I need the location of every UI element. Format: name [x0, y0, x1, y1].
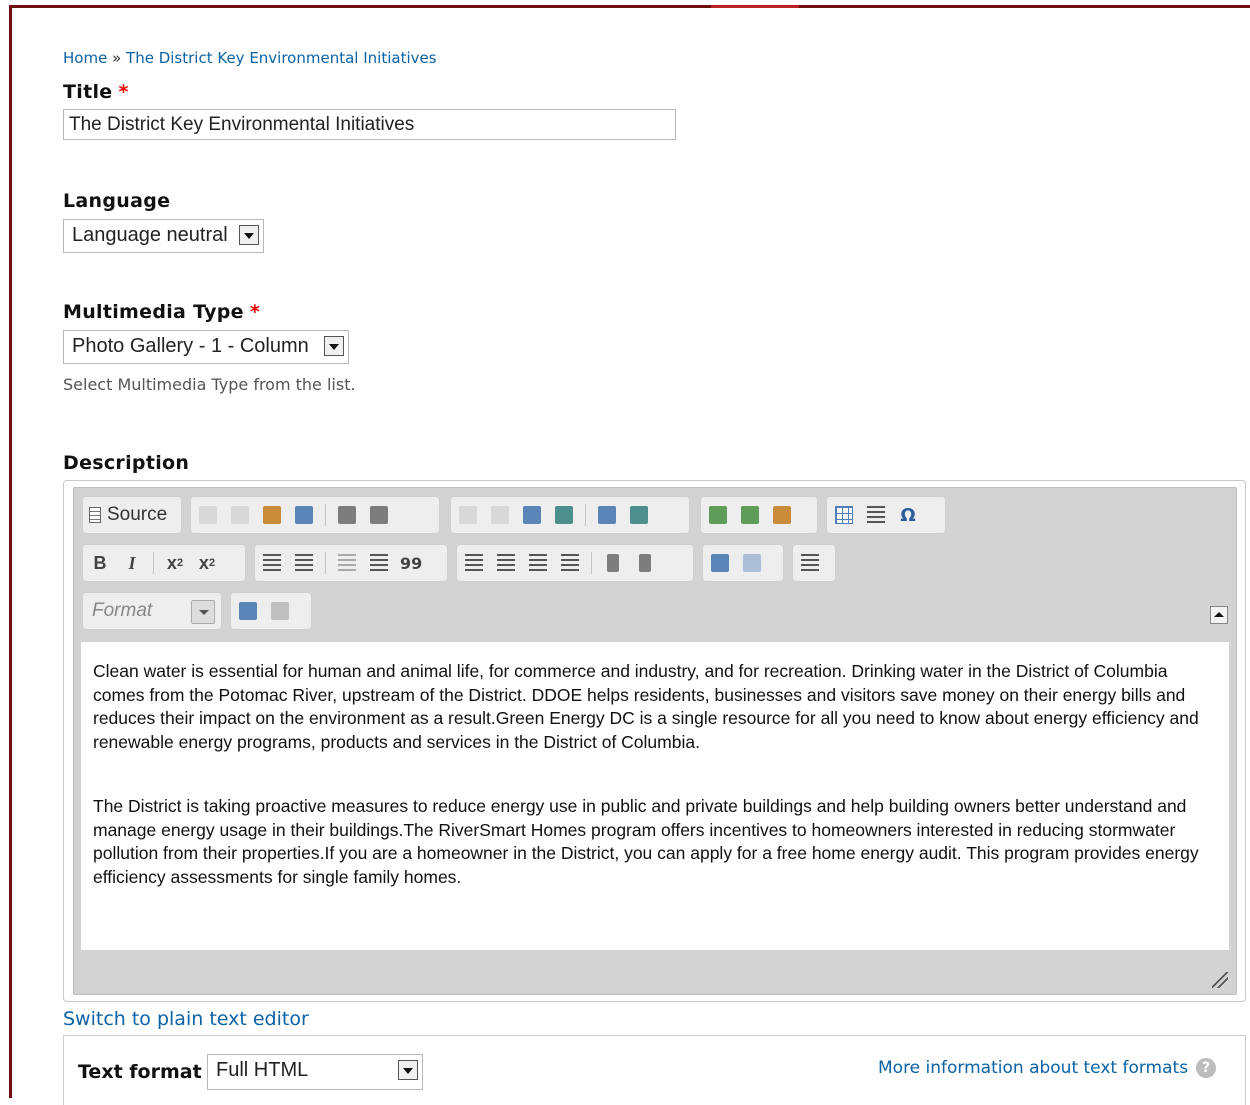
preview-icon[interactable]	[269, 599, 291, 623]
toolbar-separator	[591, 552, 592, 574]
align-justify-icon[interactable]	[559, 551, 581, 575]
select-all-icon[interactable]	[596, 503, 618, 527]
replace-icon[interactable]	[553, 503, 575, 527]
text-format-select-value: Full HTML	[216, 1059, 309, 1081]
description-label: Description	[63, 452, 190, 474]
help-icon[interactable]: ?	[1196, 1058, 1217, 1078]
language-select[interactable]: Language neutral	[63, 219, 264, 253]
document-icon	[89, 507, 101, 523]
dropdown-arrow-icon	[398, 1060, 418, 1080]
multimedia-type-label: Multimedia Type *	[63, 301, 260, 323]
toolbar-group-editing	[450, 496, 690, 534]
dropdown-arrow-icon	[324, 336, 344, 356]
content-paragraph: The District is taking proactive measure…	[93, 796, 1199, 887]
resize-handle-icon[interactable]	[1212, 972, 1228, 988]
multimedia-type-select[interactable]: Photo Gallery - 1 - Column	[63, 330, 349, 364]
outdent-icon[interactable]	[336, 551, 358, 575]
language-select-value: Language neutral	[72, 224, 228, 246]
breadcrumb-current-link[interactable]: The District Key Environmental Initiativ…	[126, 49, 437, 67]
cut-icon[interactable]	[197, 503, 219, 527]
content-paragraph: Clean water is essential for human and a…	[93, 661, 1199, 752]
superscript-icon[interactable]: x2	[196, 551, 218, 575]
find-icon[interactable]	[521, 503, 543, 527]
format-dropdown[interactable]: Format	[82, 592, 222, 630]
multimedia-type-select-value: Photo Gallery - 1 - Column	[72, 335, 309, 357]
redo-icon[interactable]	[489, 503, 511, 527]
table-icon[interactable]	[833, 503, 855, 527]
bulleted-list-icon[interactable]	[293, 551, 315, 575]
required-marker: *	[118, 81, 129, 103]
toolbar-group-tools	[230, 592, 312, 630]
description-editor-wrapper: Source Ω B I x 2 x 2 99 Format Clean wat…	[63, 480, 1246, 1002]
more-info-text-formats: More information about text formats ?	[878, 1058, 1217, 1078]
active-tab-indicator	[711, 0, 799, 8]
align-right-icon[interactable]	[527, 551, 549, 575]
page-break-icon[interactable]	[799, 551, 821, 575]
breadcrumb-home-link[interactable]: Home	[63, 49, 107, 67]
flash-icon[interactable]	[739, 503, 761, 527]
text-direction-rtl-icon[interactable]	[634, 551, 656, 575]
toolbar-separator	[325, 552, 326, 574]
breadcrumb: Home » The District Key Environmental In…	[63, 49, 437, 67]
horizontal-rule-icon[interactable]	[865, 503, 887, 527]
dropdown-arrow-icon	[239, 225, 259, 245]
page-top-border	[9, 0, 1250, 8]
toolbar-group-insert: Ω	[826, 496, 946, 534]
unlink-icon[interactable]	[741, 551, 763, 575]
text-direction-ltr-icon[interactable]	[602, 551, 624, 575]
text-format-select[interactable]: Full HTML	[207, 1054, 423, 1090]
numbered-list-icon[interactable]	[261, 551, 283, 575]
toolbar-group-media	[700, 496, 818, 534]
collapse-toolbar-button[interactable]	[1210, 606, 1228, 624]
italic-icon[interactable]: I	[121, 551, 143, 575]
language-label: Language	[63, 190, 171, 212]
page-left-border	[0, 0, 12, 1098]
spellcheck-icon[interactable]	[336, 503, 358, 527]
toolbar-separator	[325, 504, 326, 526]
blockquote-icon[interactable]: 99	[400, 551, 422, 575]
subscript-icon[interactable]: x2	[164, 551, 186, 575]
rich-text-editor: Source Ω B I x 2 x 2 99 Format Clean wat…	[73, 487, 1237, 995]
undo-icon[interactable]	[457, 503, 479, 527]
remove-format-icon[interactable]	[628, 503, 650, 527]
toolbar-separator	[153, 552, 154, 574]
multimedia-type-label-text: Multimedia Type	[63, 301, 244, 323]
source-button[interactable]: Source	[89, 504, 167, 526]
toolbar-group-lists: 99	[254, 544, 448, 582]
align-left-icon[interactable]	[463, 551, 485, 575]
bold-icon[interactable]: B	[89, 551, 111, 575]
align-center-icon[interactable]	[495, 551, 517, 575]
maximize-icon[interactable]	[237, 599, 259, 623]
copy-icon[interactable]	[229, 503, 251, 527]
toolbar-group-clipboard	[190, 496, 440, 534]
title-label-text: Title	[63, 81, 113, 103]
toolbar-group-links	[702, 544, 784, 582]
title-label: Title *	[63, 81, 129, 103]
toolbar-group-basic-styles: B I x2 x2	[82, 544, 246, 582]
special-char-icon[interactable]: Ω	[897, 503, 919, 527]
spellcheck-as-you-type-icon[interactable]	[368, 503, 390, 527]
toolbar-group-source: Source	[82, 496, 182, 534]
media-icon[interactable]	[771, 503, 793, 527]
format-placeholder: Format	[92, 600, 153, 621]
more-info-text-formats-link[interactable]: More information about text formats	[878, 1058, 1188, 1078]
toolbar-separator	[585, 504, 586, 526]
toolbar-group-pagebreak	[792, 544, 836, 582]
multimedia-type-hint: Select Multimedia Type from the list.	[63, 375, 356, 394]
switch-to-plain-text-link[interactable]: Switch to plain text editor	[63, 1008, 309, 1030]
breadcrumb-separator: »	[112, 49, 122, 67]
paste-icon[interactable]	[261, 503, 283, 527]
source-button-label: Source	[107, 504, 168, 525]
required-marker: *	[249, 301, 261, 323]
editor-content-area[interactable]: Clean water is essential for human and a…	[81, 642, 1229, 950]
indent-icon[interactable]	[368, 551, 390, 575]
link-icon[interactable]	[709, 551, 731, 575]
toolbar-group-alignment	[456, 544, 694, 582]
image-icon[interactable]	[707, 503, 729, 527]
paste-from-word-icon[interactable]	[293, 503, 315, 527]
title-input[interactable]: The District Key Environmental Initiativ…	[63, 109, 676, 140]
chevron-down-icon	[191, 600, 215, 624]
text-format-label: Text format	[78, 1061, 202, 1083]
